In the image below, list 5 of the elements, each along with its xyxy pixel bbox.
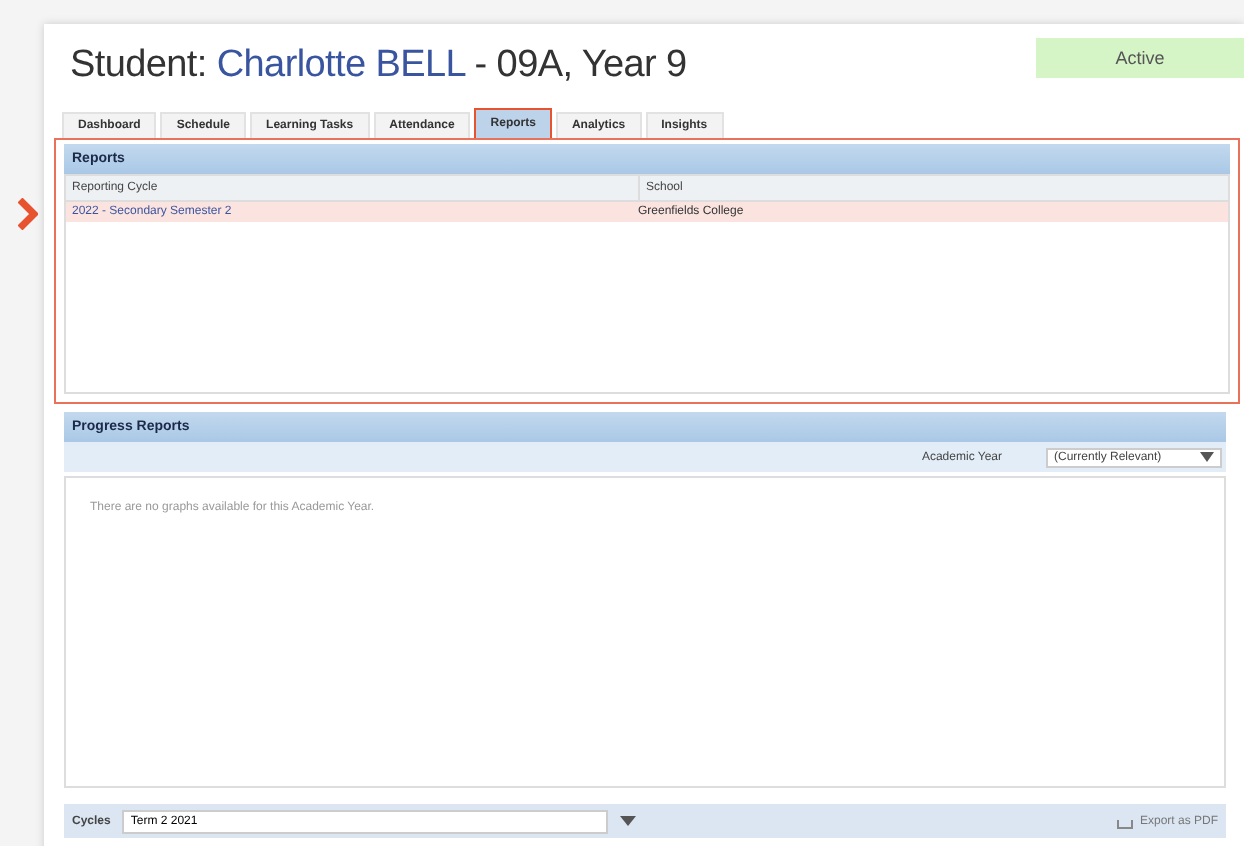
status-badge: Active [1036,38,1244,78]
caret-icon [1200,452,1214,462]
student-title: Student: Charlotte BELL - 09A, Year 9 [70,44,687,88]
caret-icon[interactable] [620,816,637,826]
chevron-right-icon [18,198,38,230]
